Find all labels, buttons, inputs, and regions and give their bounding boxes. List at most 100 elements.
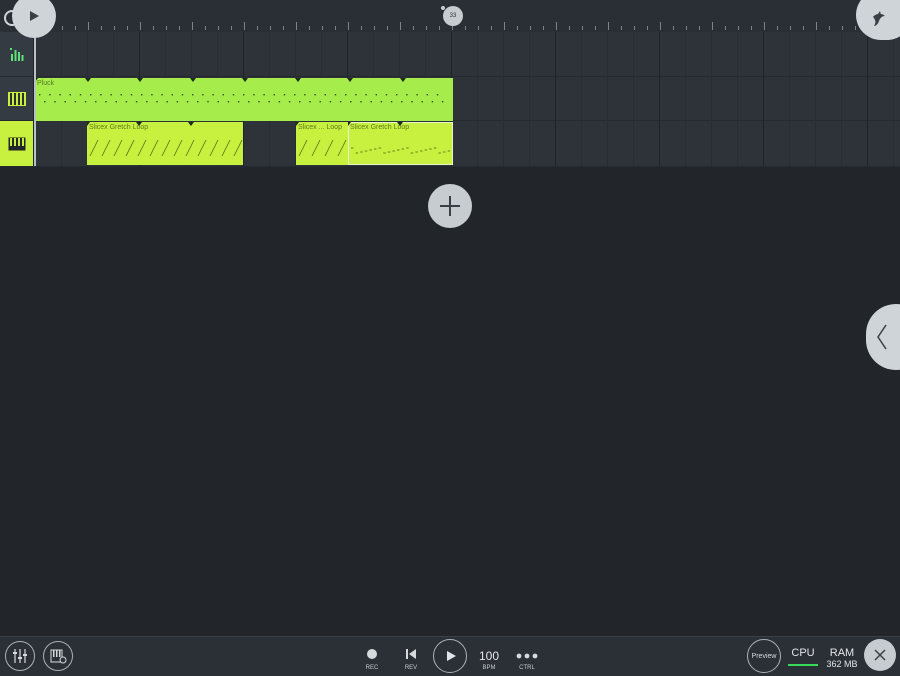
waveform-stroke [197, 139, 207, 157]
preview-label: Preview [751, 652, 777, 660]
note-mark [176, 101, 179, 103]
play-button[interactable] [433, 639, 467, 673]
track-header[interactable] [0, 32, 34, 76]
note-mark [406, 94, 408, 96]
track-header[interactable] [0, 121, 34, 166]
ruler-tick [504, 22, 505, 30]
clip-segment-marker [347, 78, 353, 82]
clip-segment-marker [136, 122, 142, 126]
ruler-tick [595, 26, 596, 30]
skip-back-icon [406, 649, 416, 659]
clip-segment-marker [84, 78, 91, 82]
track-row[interactable] [0, 32, 900, 77]
note-mark [299, 101, 301, 103]
note-mark [64, 101, 66, 103]
audio-clip-slicex-selected[interactable]: Slicex Gretch Loop [348, 122, 453, 165]
ruler-tick [725, 26, 726, 30]
audio-clip-slicex[interactable]: Slicex Gretch Loop [87, 122, 243, 165]
ruler-tick [309, 26, 310, 30]
note-mark [375, 94, 377, 96]
ruler-tick [491, 26, 492, 30]
bpm-control[interactable]: 100 BPM [474, 641, 504, 673]
note-mark [329, 101, 332, 103]
ruler-tick [348, 22, 349, 30]
audio-clip-slicex[interactable]: Slicex ... Loop [296, 122, 348, 165]
ruler-tick [283, 26, 284, 30]
ruler-tick [660, 22, 661, 30]
note-mark [360, 101, 362, 103]
track-header[interactable] [0, 77, 34, 120]
note-mark [100, 94, 102, 96]
ruler-tick [478, 26, 479, 30]
piano-icon [8, 137, 25, 150]
clip-segment-marker [242, 78, 248, 82]
ruler-tick [517, 26, 518, 30]
note-mark [125, 101, 128, 103]
ruler-tick [75, 26, 76, 30]
note-mark [95, 101, 97, 103]
ruler-tick [127, 26, 128, 30]
ruler-tick [634, 26, 635, 30]
ruler-tick [205, 26, 206, 30]
note-mark [156, 101, 158, 103]
ruler-tick [686, 26, 687, 30]
note-mark [69, 94, 71, 96]
grid-line [763, 32, 764, 166]
add-track-button[interactable] [428, 184, 472, 228]
waveform-stroke [311, 139, 321, 157]
ruler-tick [231, 26, 232, 30]
piano-gear-icon [50, 649, 67, 664]
grid-line [685, 32, 686, 166]
note-mark [120, 94, 122, 96]
rewind-button[interactable]: REV [396, 641, 426, 673]
plus-icon [440, 196, 460, 216]
ruler-tick [374, 26, 375, 30]
ruler-tick [608, 22, 609, 30]
ruler-tick [88, 22, 89, 30]
note-mark [130, 94, 133, 96]
ruler-tick [842, 26, 843, 30]
grid-line [867, 32, 868, 166]
ruler-tick [790, 26, 791, 30]
preview-button[interactable]: Preview [747, 639, 781, 673]
ruler-tick [465, 26, 466, 30]
mixer-levels-icon [9, 48, 23, 61]
note-mark [288, 101, 291, 103]
channel-settings-button[interactable] [43, 641, 73, 671]
record-button[interactable]: REC [357, 641, 387, 673]
bpm-value: 100 [478, 649, 500, 663]
waveform-stroke [185, 139, 195, 157]
cpu-meter: CPU [786, 647, 820, 671]
pattern-clip-pluck[interactable]: Pluck [35, 78, 453, 121]
ruler-tick [218, 26, 219, 30]
mixer-faders-icon [13, 649, 27, 663]
grid-line [633, 32, 634, 166]
clip-segment-marker [137, 78, 143, 82]
note-mark [278, 101, 281, 103]
chevron-left-icon [877, 324, 887, 350]
play-icon [30, 11, 39, 21]
waveform-stroke [137, 139, 147, 157]
clip-segment-marker [348, 122, 351, 126]
play-icon [447, 651, 456, 661]
ram-value: 362 MB [826, 659, 858, 669]
ruler-tick [712, 22, 713, 30]
waveform-stroke [161, 139, 171, 157]
note-mark [441, 101, 444, 103]
side-drawer-toggle[interactable] [866, 304, 900, 370]
note-mark [345, 94, 347, 96]
ruler-tick [335, 26, 336, 30]
ruler-tick [816, 22, 817, 30]
song-position-marker[interactable]: 33 [443, 6, 463, 26]
note-mark [222, 94, 224, 96]
song-position-label: 33 [449, 13, 457, 19]
waveform-stroke [209, 139, 219, 157]
waveform-stroke [337, 139, 347, 157]
waveform-stroke [101, 139, 111, 157]
close-button[interactable] [864, 639, 896, 671]
grid-line [841, 32, 842, 166]
ruler-tick [101, 26, 102, 30]
controls-button[interactable]: CTRL [512, 641, 542, 673]
mixer-button[interactable] [5, 641, 35, 671]
grid-line [555, 32, 556, 166]
